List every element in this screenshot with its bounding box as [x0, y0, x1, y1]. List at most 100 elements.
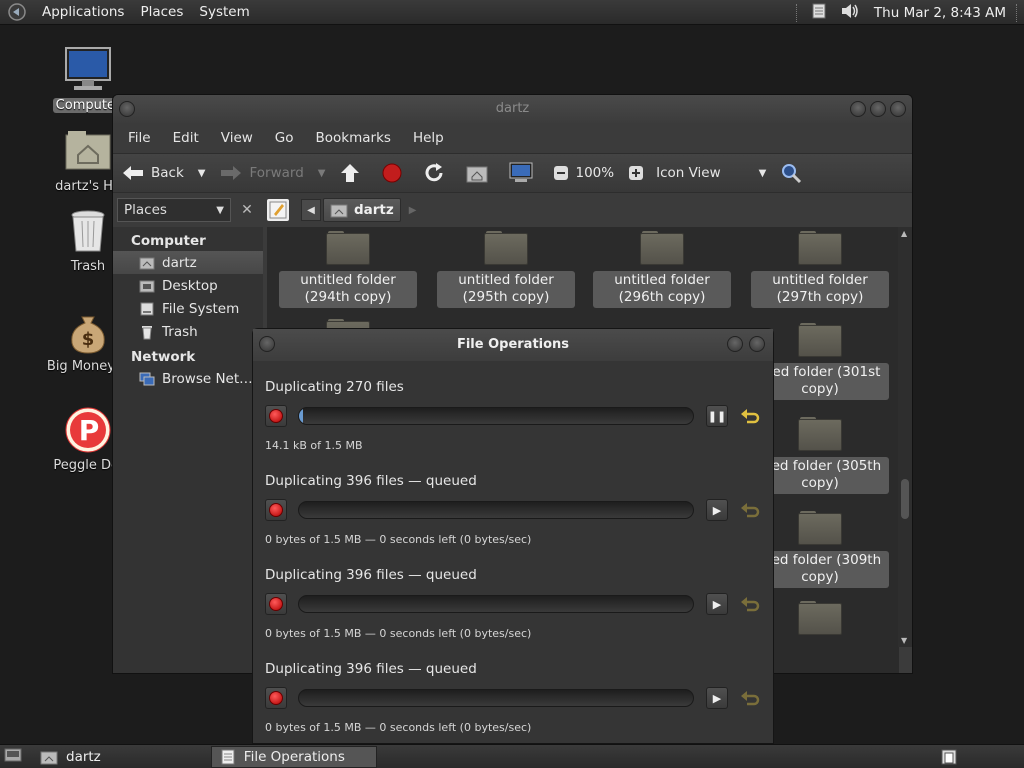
- window-menu-button[interactable]: [259, 336, 275, 352]
- operation-item: Duplicating 396 files — queued ▶ 0 bytes…: [265, 473, 765, 546]
- zoom-in-button[interactable]: [628, 165, 650, 181]
- scroll-down-icon[interactable]: ▼: [901, 636, 907, 645]
- home-button[interactable]: [465, 163, 495, 183]
- home-folder-icon: [64, 127, 112, 175]
- cancel-operation-button[interactable]: [265, 405, 287, 427]
- desktop-folder-icon: [139, 280, 155, 292]
- volume-icon[interactable]: [840, 2, 860, 24]
- home-folder-icon: [139, 257, 155, 269]
- computer-button[interactable]: [509, 162, 539, 184]
- folder-icon: [798, 323, 842, 357]
- chevron-down-icon: ▼: [758, 167, 767, 179]
- chevron-down-icon: ▼: [216, 204, 224, 216]
- zoom-out-button[interactable]: 100%: [553, 165, 614, 181]
- maximize-button[interactable]: [870, 101, 886, 117]
- breadcrumb-right-arrow[interactable]: ▶: [409, 205, 417, 216]
- undo-icon[interactable]: [738, 499, 762, 521]
- scroll-up-icon[interactable]: ▲: [901, 229, 907, 238]
- clock[interactable]: Thu Mar 2, 8:43 AM: [874, 5, 1006, 21]
- close-button[interactable]: [890, 101, 906, 117]
- folder-label: untitled folder (295th copy): [437, 271, 575, 308]
- forward-button[interactable]: Forward ▼: [219, 163, 325, 183]
- sidebar-item-label: Browse Net…: [162, 370, 253, 387]
- dialog-titlebar[interactable]: File Operations: [253, 329, 773, 361]
- folder-item[interactable]: untitled folder (296th copy): [593, 231, 731, 308]
- home-icon: [466, 166, 488, 183]
- window-titlebar[interactable]: dartz: [113, 95, 912, 123]
- notes-icon[interactable]: [810, 2, 828, 24]
- close-button[interactable]: [749, 336, 765, 352]
- view-mode-value: Icon View: [656, 165, 721, 181]
- pause-button[interactable]: ❚❚: [706, 405, 728, 427]
- back-label: Back: [151, 165, 184, 181]
- menu-view[interactable]: View: [210, 130, 264, 146]
- search-button[interactable]: [780, 162, 808, 184]
- menu-edit[interactable]: Edit: [162, 130, 210, 146]
- sidebar-item-dartz[interactable]: dartz: [113, 251, 263, 274]
- minimize-button[interactable]: [850, 101, 866, 117]
- up-button[interactable]: [339, 162, 367, 184]
- sidebar-item-desktop[interactable]: Desktop: [113, 274, 263, 297]
- cancel-operation-button[interactable]: [265, 499, 287, 521]
- breadcrumb-dartz[interactable]: dartz: [323, 198, 401, 222]
- sidebar-item-label: File System: [162, 300, 240, 317]
- sidebar-heading-computer: Computer: [131, 233, 206, 249]
- breadcrumb-left-arrow[interactable]: ◀: [301, 199, 321, 221]
- dialog-title: File Operations: [456, 337, 570, 352]
- stop-button[interactable]: [381, 162, 409, 184]
- window-title: dartz: [495, 101, 530, 116]
- taskbar-item-label: dartz: [66, 748, 101, 765]
- cancel-operation-button[interactable]: [265, 593, 287, 615]
- system-menu[interactable]: System: [191, 0, 257, 25]
- panel-separator: [1016, 3, 1018, 22]
- svg-text:P: P: [79, 414, 100, 447]
- resume-button[interactable]: ▶: [706, 687, 728, 709]
- zoom-out-icon: [554, 166, 569, 180]
- taskbar-item-file-operations[interactable]: File Operations: [210, 745, 377, 768]
- home-folder-icon: [40, 751, 58, 764]
- cancel-operation-button[interactable]: [265, 687, 287, 709]
- resume-button[interactable]: ▶: [706, 593, 728, 615]
- folder-item[interactable]: untitled folder (295th copy): [437, 231, 575, 308]
- back-history-dropdown-icon[interactable]: ▼: [198, 168, 206, 179]
- reload-button[interactable]: [423, 162, 451, 184]
- undo-icon[interactable]: [738, 687, 762, 709]
- back-button[interactable]: Back ▼: [121, 163, 205, 183]
- trash-icon: [142, 325, 152, 339]
- close-sidebar-icon[interactable]: ✕: [237, 200, 257, 220]
- sidebar-item-browse-network[interactable]: Browse Net…: [113, 367, 263, 390]
- show-desktop-icon[interactable]: [4, 747, 22, 767]
- menu-file[interactable]: File: [117, 130, 162, 146]
- resume-button[interactable]: ▶: [706, 499, 728, 521]
- taskbar-item-dartz[interactable]: dartz: [32, 746, 109, 768]
- forward-history-dropdown-icon[interactable]: ▼: [318, 168, 326, 179]
- sidebar-item-file-system[interactable]: File System: [113, 297, 263, 320]
- places-sidebar: Computer dartz Desktop File System Trash…: [113, 227, 263, 673]
- window-menu-button[interactable]: [119, 101, 135, 117]
- operation-status: 14.1 kB of 1.5 MB: [265, 439, 363, 452]
- folder-item[interactable]: untitled folder (294th copy): [279, 231, 417, 308]
- view-mode-select[interactable]: Icon View ▼: [656, 165, 766, 181]
- sidebar-heading-network: Network: [131, 349, 196, 365]
- sidebar-selector[interactable]: Places ▼: [117, 198, 231, 222]
- workspace-switcher-icon[interactable]: [940, 748, 958, 768]
- trash-icon: [64, 207, 112, 255]
- sidebar-item-trash[interactable]: Trash: [113, 320, 263, 343]
- scrollbar-thumb[interactable]: [901, 479, 909, 519]
- edit-location-icon[interactable]: [267, 199, 289, 221]
- minimize-button[interactable]: [727, 336, 743, 352]
- menu-go[interactable]: Go: [264, 130, 305, 146]
- folder-icon: [798, 601, 842, 635]
- menu-bookmarks[interactable]: Bookmarks: [305, 130, 402, 146]
- up-arrow-icon: [341, 164, 360, 182]
- undo-icon[interactable]: [738, 405, 762, 427]
- places-menu[interactable]: Places: [132, 0, 191, 25]
- undo-icon[interactable]: [738, 593, 762, 615]
- applications-menu[interactable]: Applications: [34, 0, 132, 25]
- vertical-scrollbar[interactable]: ▲ ▼: [898, 227, 912, 647]
- gnome-foot-icon[interactable]: [6, 1, 28, 23]
- folder-icon: [798, 417, 842, 451]
- operation-item: Duplicating 396 files — queued ▶ 0 bytes…: [265, 567, 765, 640]
- menu-help[interactable]: Help: [402, 130, 455, 146]
- folder-item[interactable]: untitled folder (297th copy): [751, 231, 889, 308]
